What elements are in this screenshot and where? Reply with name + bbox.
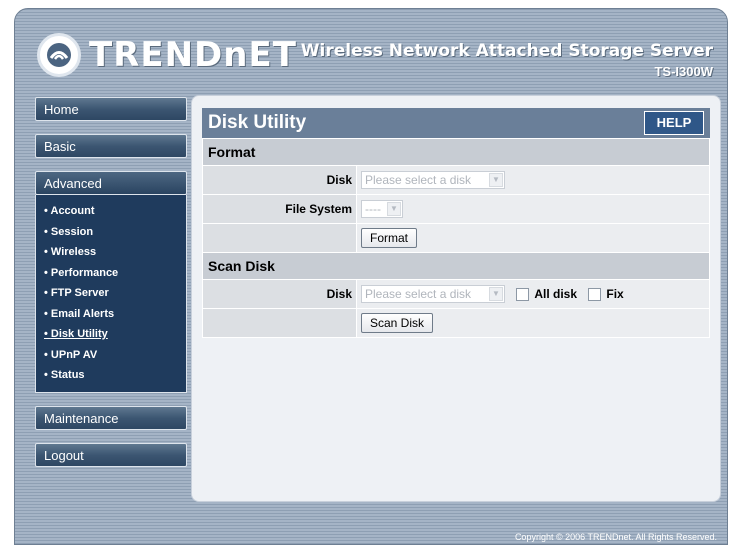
format-disk-label: Disk <box>202 165 357 195</box>
submenu-label: Disk Utility <box>50 328 108 340</box>
app-frame: TRENDnET Wireless Network Attached Stora… <box>14 8 728 545</box>
submenu-label: FTP Server <box>50 287 109 299</box>
submenu-label: Account <box>50 205 95 217</box>
select-value: Please select a disk <box>365 287 472 301</box>
chevron-down-icon: ▼ <box>489 173 503 187</box>
submenu-performance[interactable]: • Performance <box>36 263 186 284</box>
all-disk-checkbox[interactable] <box>516 287 530 301</box>
panel-title-bar: Disk Utility HELP <box>202 108 710 138</box>
scan-disk-button[interactable]: Scan Disk <box>361 313 434 333</box>
submenu-label: Wireless <box>50 246 97 258</box>
select-value: Please select a disk <box>365 173 472 187</box>
nav-home[interactable]: Home <box>35 97 187 121</box>
format-button-cell: Format <box>356 223 710 253</box>
submenu-status[interactable]: • Status <box>36 365 186 386</box>
submenu-label: Status <box>50 369 85 381</box>
submenu-label: Performance <box>50 266 119 279</box>
chevron-down-icon: ▼ <box>387 202 401 216</box>
submenu-label: Email Alerts <box>50 307 115 320</box>
nav-advanced[interactable]: Advanced <box>35 171 187 195</box>
scan-button-cell: Scan Disk <box>356 308 710 338</box>
file-system-select[interactable]: ---- ▼ <box>361 200 403 218</box>
chevron-down-icon: ▼ <box>489 287 503 301</box>
submenu-label: Session <box>50 225 94 238</box>
advanced-submenu: • Account • Session • Wireless • Perform… <box>35 195 187 393</box>
submenu-upnp-av[interactable]: • UPnP AV <box>36 345 186 366</box>
all-disk-label: All disk <box>534 287 578 301</box>
file-system-label: File System <box>202 194 357 224</box>
submenu-wireless[interactable]: • Wireless <box>36 242 186 263</box>
scan-disk-select[interactable]: Please select a disk ▼ <box>361 285 505 303</box>
submenu-account[interactable]: • Account <box>36 201 186 222</box>
nav-basic[interactable]: Basic <box>35 134 187 158</box>
nav-logout[interactable]: Logout <box>35 442 187 467</box>
scan-button-label-cell <box>202 308 357 338</box>
fix-label: Fix <box>606 287 624 301</box>
nav-maintenance[interactable]: Maintenance <box>35 405 187 430</box>
brand-name: TRENDnET <box>89 35 297 75</box>
submenu-session[interactable]: • Session <box>36 222 186 243</box>
product-title: Wireless Network Attached Storage Server <box>300 41 713 61</box>
scan-disk-label: Disk <box>202 279 357 309</box>
brand-logo: TRENDnET <box>37 33 297 77</box>
fix-checkbox[interactable] <box>588 287 602 301</box>
trendnet-logo-icon <box>37 33 81 77</box>
format-button-label-cell <box>202 223 357 253</box>
model-number: TS-I300W <box>654 64 713 79</box>
format-disk-cell: Please select a disk ▼ <box>356 165 710 195</box>
file-system-cell: ---- ▼ <box>356 194 710 224</box>
header: TRENDnET Wireless Network Attached Stora… <box>15 9 727 94</box>
disk-utility-form: Format Disk Please select a disk ▼ File … <box>202 138 710 338</box>
scan-disk-cell: Please select a disk ▼ All disk Fix <box>356 279 710 309</box>
format-section-heading: Format <box>202 138 710 166</box>
submenu-label: UPnP AV <box>50 348 98 361</box>
scan-disk-section-heading: Scan Disk <box>202 252 710 280</box>
submenu-email-alerts[interactable]: • Email Alerts <box>36 304 186 325</box>
page-title: Disk Utility <box>208 112 307 133</box>
format-disk-select[interactable]: Please select a disk ▼ <box>361 171 505 189</box>
format-button[interactable]: Format <box>361 228 418 248</box>
copyright-footer: Copyright © 2006 TRENDnet. All Rights Re… <box>514 532 717 542</box>
help-button[interactable]: HELP <box>644 111 704 135</box>
submenu-ftp-server[interactable]: • FTP Server <box>36 283 186 304</box>
submenu-disk-utility[interactable]: • Disk Utility <box>36 324 186 345</box>
select-value: ---- <box>365 202 381 216</box>
sidebar: Home Basic Advanced • Account • Session … <box>35 97 187 480</box>
content-panel: Disk Utility HELP Format Disk Please sel… <box>191 95 721 502</box>
